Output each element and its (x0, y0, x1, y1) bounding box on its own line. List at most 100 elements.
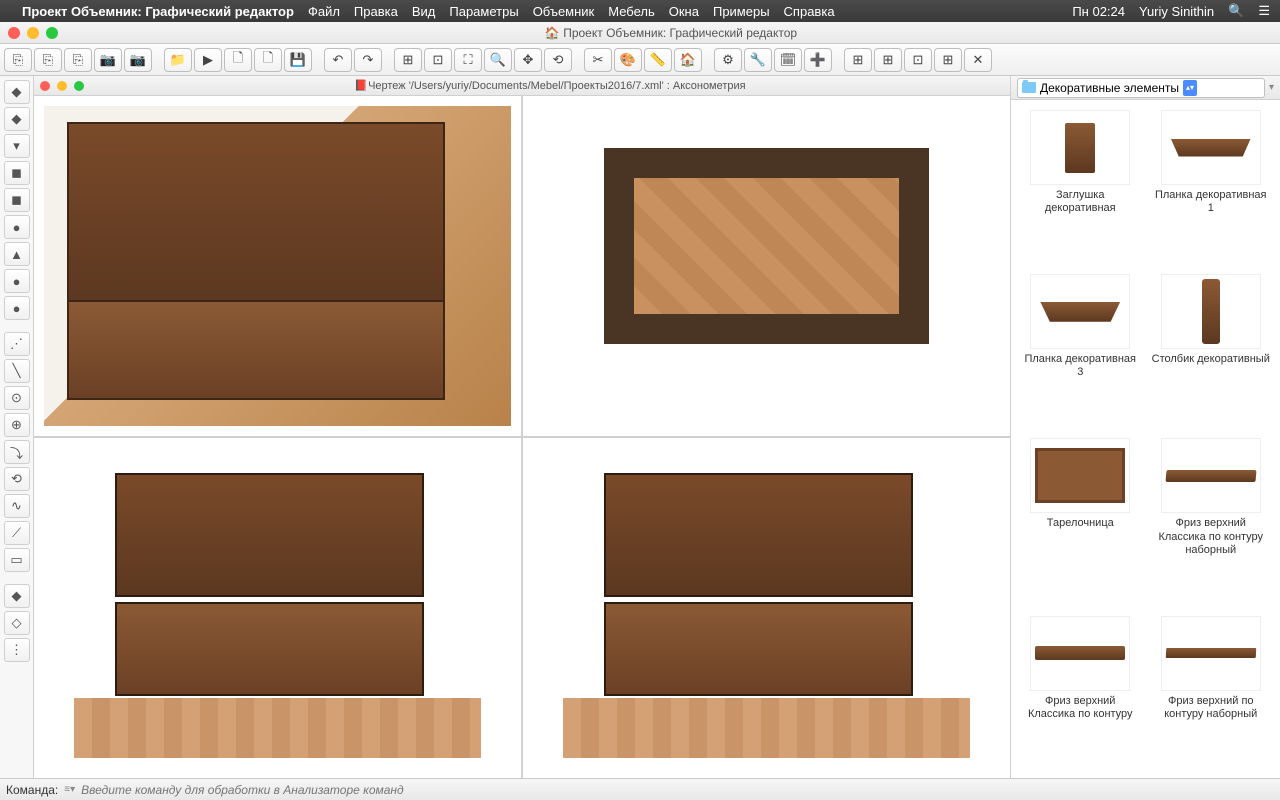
toolbar-button-4[interactable]: 📷 (124, 48, 152, 72)
toolbar-button-8[interactable]: 🗋 (224, 48, 252, 72)
library-item[interactable]: Планка декоративная 1 (1148, 106, 1275, 266)
toolbar-button-1[interactable]: ⎘ (34, 48, 62, 72)
library-item[interactable]: Фриз верхний Классика по контуру наборны… (1148, 434, 1275, 607)
library-item-label: Фриз верхний Классика по контуру наборны… (1152, 517, 1271, 557)
toolbar-button-23[interactable]: 🎨 (614, 48, 642, 72)
toolbar-button-9[interactable]: 🗋 (254, 48, 282, 72)
menu-furniture[interactable]: Мебель (608, 4, 655, 19)
menu-examples[interactable]: Примеры (713, 4, 770, 19)
vtool-button-12[interactable]: ⊙ (4, 386, 30, 410)
vtool-button-22[interactable]: ⋮ (4, 638, 30, 662)
menu-edit[interactable]: Правка (354, 4, 398, 19)
vtool-button-14[interactable]: ⤵ (4, 440, 30, 464)
toolbar-button-20[interactable]: ⟲ (544, 48, 572, 72)
menu-extras-icon[interactable]: ☰ (1258, 3, 1270, 19)
main-toolbar: ⎘⎘⎘📷📷📁▶🗋🗋💾↶↷⊞⊡⛶🔍✥⟲✂🎨📏🏠⚙🔧🗓➕⊞⊞⊡⊞✕ (0, 44, 1280, 76)
library-thumb (1030, 438, 1130, 513)
library-item[interactable]: Заглушка декоративная (1017, 106, 1144, 266)
spotlight-icon[interactable]: 🔍 (1228, 3, 1244, 19)
vtool-button-15[interactable]: ⟲ (4, 467, 30, 491)
command-input[interactable] (81, 783, 1274, 797)
window-minimize-button[interactable] (27, 27, 39, 39)
library-folder-select[interactable]: Декоративные элементы ▴▾ (1017, 78, 1265, 98)
library-item[interactable]: Планка декоративная 3 (1017, 270, 1144, 430)
toolbar-button-12[interactable]: ↶ (324, 48, 352, 72)
doc-minimize-button[interactable] (57, 81, 67, 91)
viewport-top[interactable] (523, 96, 1010, 436)
menu-windows[interactable]: Окна (669, 4, 699, 19)
vtool-button-17[interactable]: ⟋ (4, 521, 30, 545)
library-grid: Заглушка декоративнаяПланка декоративная… (1011, 100, 1280, 778)
mac-menubar: Проект Объемник: Графический редактор Фа… (0, 0, 1280, 22)
toolbar-button-22[interactable]: ✂ (584, 48, 612, 72)
vtool-button-20[interactable]: ◆ (4, 584, 30, 608)
toolbar-button-32[interactable]: ⊞ (844, 48, 872, 72)
vtool-button-0[interactable]: ◆ (4, 80, 30, 104)
library-item[interactable]: Тарелочница (1017, 434, 1144, 607)
window-close-button[interactable] (8, 27, 20, 39)
command-history-dropdown[interactable]: ≡▾ (64, 784, 75, 795)
library-thumb (1030, 616, 1130, 691)
menu-help[interactable]: Справка (784, 4, 835, 19)
vtool-button-4[interactable]: ◼ (4, 188, 30, 212)
vtool-button-10[interactable]: ⋰ (4, 332, 30, 356)
toolbar-button-19[interactable]: ✥ (514, 48, 542, 72)
library-item[interactable]: Фриз верхний по контуру наборный (1148, 612, 1275, 772)
toolbar-button-16[interactable]: ⊡ (424, 48, 452, 72)
toolbar-button-13[interactable]: ↷ (354, 48, 382, 72)
toolbar-button-2[interactable]: ⎘ (64, 48, 92, 72)
vtool-button-6[interactable]: ▲ (4, 242, 30, 266)
vtool-button-5[interactable]: ● (4, 215, 30, 239)
toolbar-button-28[interactable]: 🔧 (744, 48, 772, 72)
menu-file[interactable]: Файл (308, 4, 340, 19)
toolbar-button-35[interactable]: ⊞ (934, 48, 962, 72)
vtool-button-7[interactable]: ● (4, 269, 30, 293)
toolbar-button-3[interactable]: 📷 (94, 48, 122, 72)
library-thumb (1030, 274, 1130, 349)
app-name[interactable]: Проект Объемник: Графический редактор (22, 4, 294, 19)
vtool-button-16[interactable]: ∿ (4, 494, 30, 518)
vtool-button-1[interactable]: ◆ (4, 107, 30, 131)
library-item[interactable]: Фриз верхний Классика по контуру (1017, 612, 1144, 772)
toolbar-button-30[interactable]: ➕ (804, 48, 832, 72)
toolbar-button-24[interactable]: 📏 (644, 48, 672, 72)
viewport-perspective[interactable] (34, 96, 521, 436)
toolbar-button-10[interactable]: 💾 (284, 48, 312, 72)
toolbar-button-29[interactable]: 🗓 (774, 48, 802, 72)
window-titlebar: 🏠 Проект Объемник: Графический редактор (0, 22, 1280, 44)
toolbar-button-6[interactable]: 📁 (164, 48, 192, 72)
library-header: Декоративные элементы ▴▾ ▾ (1011, 76, 1280, 100)
toolbar-button-18[interactable]: 🔍 (484, 48, 512, 72)
viewport-side[interactable] (523, 438, 1010, 778)
menu-obemnik[interactable]: Объемник (533, 4, 595, 19)
library-item[interactable]: Столбик декоративный (1148, 270, 1275, 430)
toolbar-button-15[interactable]: ⊞ (394, 48, 422, 72)
toolbar-button-27[interactable]: ⚙ (714, 48, 742, 72)
window-maximize-button[interactable] (46, 27, 58, 39)
user-name[interactable]: Yuriy Sinithin (1139, 4, 1214, 19)
toolbar-button-34[interactable]: ⊡ (904, 48, 932, 72)
toolbar-button-7[interactable]: ▶ (194, 48, 222, 72)
doc-close-button[interactable] (40, 81, 50, 91)
vtool-button-18[interactable]: ▭ (4, 548, 30, 572)
vtool-button-11[interactable]: ╲ (4, 359, 30, 383)
toolbar-button-33[interactable]: ⊞ (874, 48, 902, 72)
library-thumb (1030, 110, 1130, 185)
toolbar-button-17[interactable]: ⛶ (454, 48, 482, 72)
menu-params[interactable]: Параметры (449, 4, 518, 19)
chevrons-icon: ▴▾ (1183, 80, 1197, 96)
panel-menu-icon[interactable]: ▾ (1269, 82, 1274, 93)
vtool-button-2[interactable]: ▾ (4, 134, 30, 158)
vtool-button-8[interactable]: ● (4, 296, 30, 320)
toolbar-button-0[interactable]: ⎘ (4, 48, 32, 72)
vtool-button-21[interactable]: ◇ (4, 611, 30, 635)
command-bar: Команда: ≡▾ (0, 778, 1280, 800)
vtool-button-3[interactable]: ◼ (4, 161, 30, 185)
vtool-button-13[interactable]: ⊕ (4, 413, 30, 437)
toolbar-button-36[interactable]: ✕ (964, 48, 992, 72)
doc-maximize-button[interactable] (74, 81, 84, 91)
menu-view[interactable]: Вид (412, 4, 436, 19)
toolbar-button-25[interactable]: 🏠 (674, 48, 702, 72)
clock[interactable]: Пн 02:24 (1072, 4, 1125, 19)
viewport-front[interactable] (34, 438, 521, 778)
